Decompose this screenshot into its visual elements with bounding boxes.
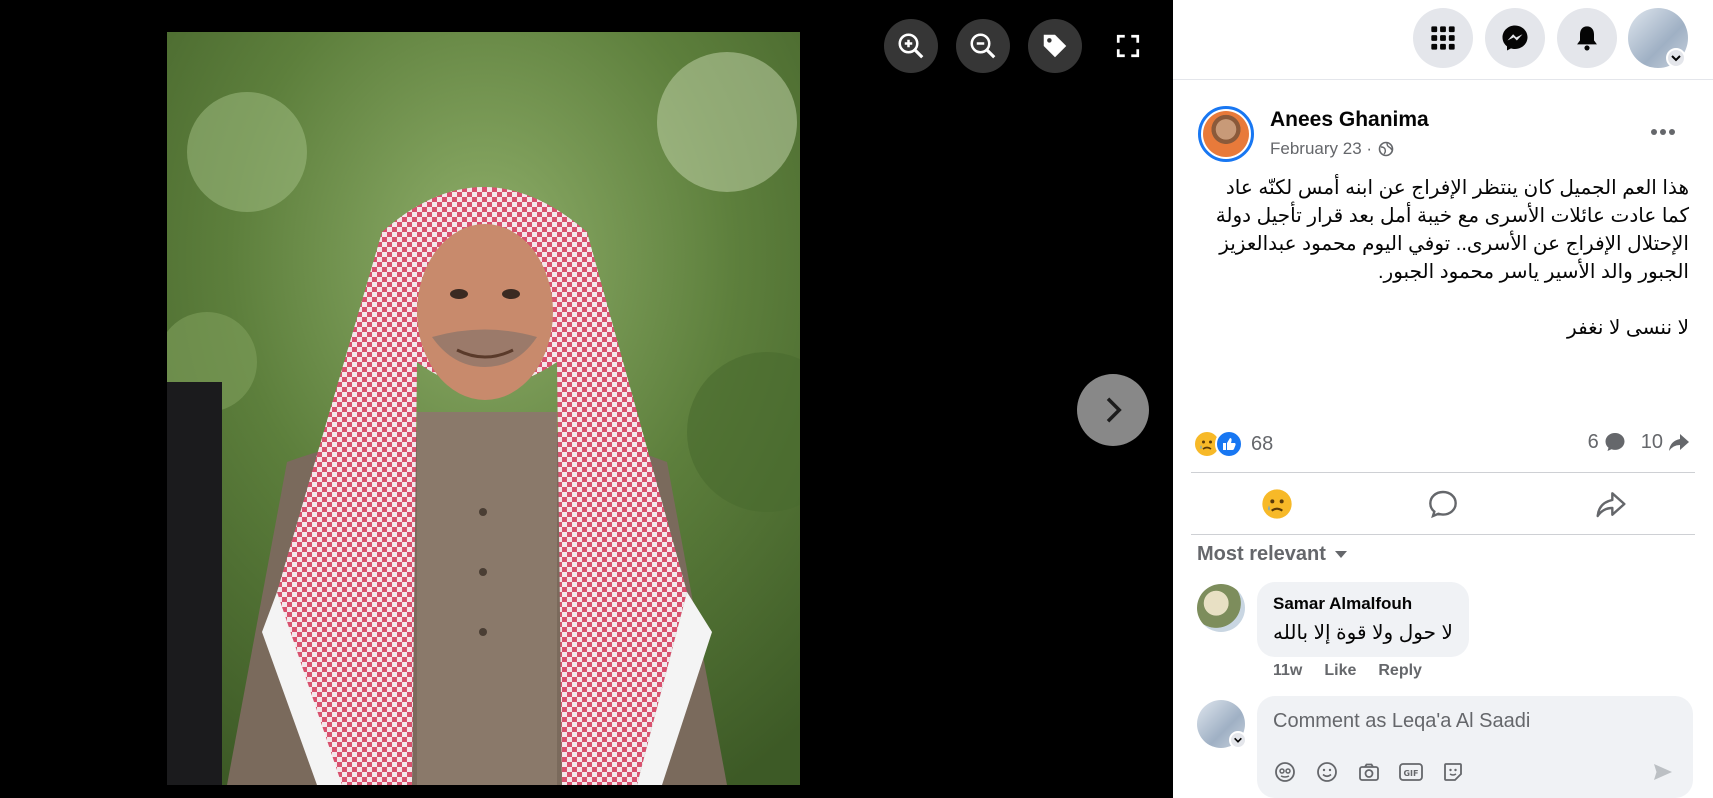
menu-button[interactable] bbox=[1413, 8, 1473, 68]
post-date[interactable]: February 23 · bbox=[1270, 139, 1394, 159]
divider bbox=[1191, 534, 1695, 535]
comment-icon bbox=[1429, 490, 1457, 519]
share-arrow-icon bbox=[1669, 434, 1689, 451]
post-panel: Anees Ghanima February 23 · هذا العم الج… bbox=[1173, 0, 1713, 798]
account-caret-icon[interactable] bbox=[1229, 731, 1247, 749]
comment-meta: 11w Like Reply bbox=[1273, 662, 1422, 682]
post-options-button[interactable] bbox=[1643, 112, 1683, 152]
gif-button[interactable]: GIF bbox=[1397, 758, 1425, 786]
comment-text: لا حول ولا قوة إلا بالله bbox=[1273, 622, 1453, 644]
fullscreen-icon bbox=[1116, 34, 1140, 58]
comment-composer: GIF bbox=[1257, 696, 1693, 798]
commenter-avatar[interactable] bbox=[1197, 584, 1245, 632]
photo-button[interactable] bbox=[1355, 758, 1383, 786]
gif-icon: GIF bbox=[1399, 763, 1423, 781]
post-text: هذا العم الجميل كان ينتظر الإفراج عن ابن… bbox=[1215, 177, 1689, 339]
zoom-out-icon bbox=[970, 33, 996, 59]
tag-button[interactable] bbox=[1028, 19, 1082, 73]
author-avatar[interactable] bbox=[1198, 106, 1254, 162]
reactions-summary[interactable]: 68 bbox=[1193, 430, 1273, 458]
send-button[interactable] bbox=[1649, 758, 1677, 786]
sad-face-icon bbox=[1262, 489, 1292, 519]
comment-input[interactable] bbox=[1273, 710, 1673, 733]
emoji-button[interactable] bbox=[1313, 758, 1341, 786]
top-bar bbox=[1173, 0, 1713, 80]
like-reaction-icon bbox=[1215, 430, 1243, 458]
menu-grid-icon bbox=[1431, 26, 1455, 50]
messenger-button[interactable] bbox=[1485, 8, 1545, 68]
bell-icon bbox=[1577, 26, 1597, 51]
post-photo bbox=[167, 32, 800, 785]
account-caret-icon[interactable] bbox=[1666, 48, 1686, 68]
chevron-right-icon bbox=[1106, 397, 1122, 423]
engagement-counts: 6 10 bbox=[1588, 430, 1691, 454]
caret-down-icon bbox=[1334, 550, 1347, 558]
share-icon bbox=[1596, 492, 1626, 518]
zoom-out-button[interactable] bbox=[956, 19, 1010, 73]
notifications-button[interactable] bbox=[1557, 8, 1617, 68]
comment-bubble-icon bbox=[1605, 433, 1625, 451]
smiley-icon bbox=[1317, 762, 1337, 782]
zoom-in-icon bbox=[898, 33, 924, 59]
comment-button[interactable] bbox=[1359, 478, 1527, 530]
divider bbox=[1191, 472, 1695, 473]
sticker-icon bbox=[1444, 763, 1462, 781]
more-icon bbox=[1651, 129, 1675, 135]
comment-like-link[interactable]: Like bbox=[1324, 662, 1356, 682]
comment-sort-dropdown[interactable]: Most relevant bbox=[1197, 543, 1348, 566]
photo-viewer bbox=[0, 0, 1173, 798]
react-button[interactable] bbox=[1193, 478, 1361, 530]
zoom-in-button[interactable] bbox=[884, 19, 938, 73]
next-photo-button[interactable] bbox=[1077, 374, 1149, 446]
sort-label: Most relevant bbox=[1197, 543, 1326, 565]
avatar-sticker-icon bbox=[1275, 762, 1295, 782]
comment-count: 6 bbox=[1587, 430, 1599, 453]
globe-icon bbox=[1378, 141, 1394, 157]
comment-author[interactable]: Samar Almalfouh bbox=[1273, 594, 1453, 614]
sticker-button[interactable] bbox=[1439, 758, 1467, 786]
post-author-name[interactable]: Anees Ghanima bbox=[1270, 108, 1429, 132]
avatar-sticker-button[interactable] bbox=[1271, 758, 1299, 786]
camera-icon bbox=[1359, 763, 1379, 781]
share-button[interactable] bbox=[1527, 478, 1695, 530]
comment-reply-link[interactable]: Reply bbox=[1378, 662, 1422, 682]
post-date-label: February 23 · bbox=[1270, 139, 1373, 158]
fullscreen-button[interactable] bbox=[1104, 22, 1152, 70]
share-count-link[interactable]: 10 bbox=[1641, 430, 1691, 454]
comment-count-link[interactable]: 6 bbox=[1588, 430, 1627, 454]
svg-text:GIF: GIF bbox=[1403, 769, 1418, 778]
messenger-icon bbox=[1502, 25, 1528, 51]
tag-icon bbox=[1043, 34, 1067, 58]
comment-time[interactable]: 11w bbox=[1273, 662, 1302, 682]
reaction-count: 68 bbox=[1251, 432, 1274, 455]
comment-bubble: Samar Almalfouh لا حول ولا قوة إلا بالله bbox=[1257, 582, 1469, 657]
send-icon bbox=[1654, 764, 1672, 780]
share-count: 10 bbox=[1640, 430, 1663, 453]
